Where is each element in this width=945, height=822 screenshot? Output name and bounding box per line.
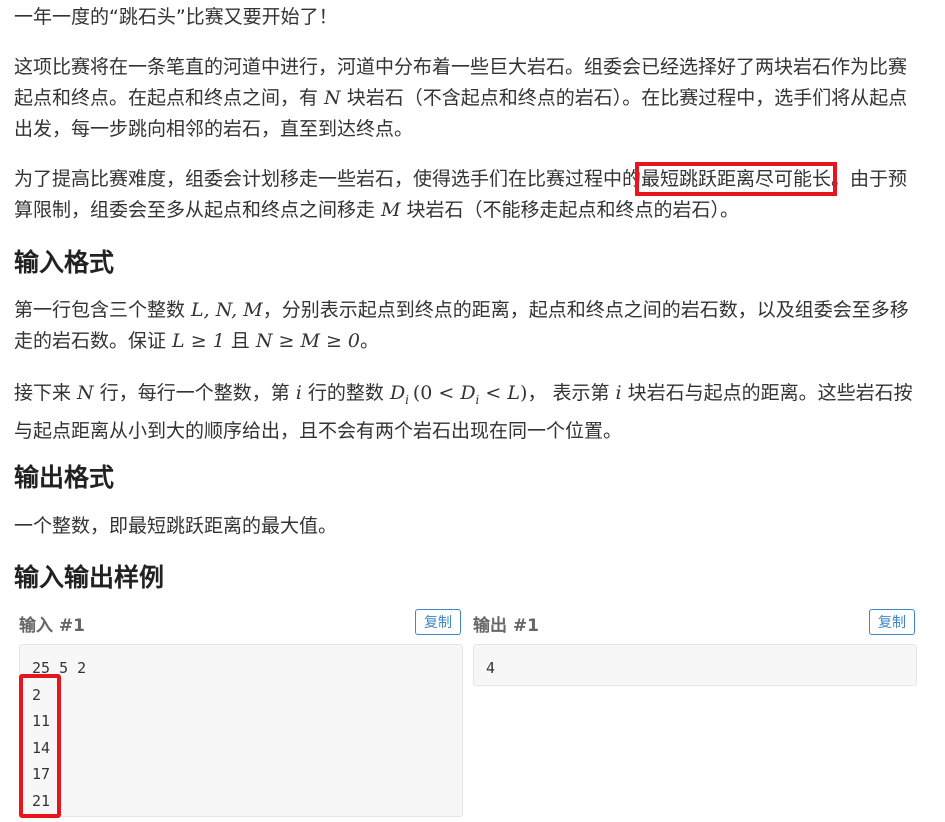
in1-text-a: 第一行包含三个整数	[14, 299, 192, 321]
code-line: 17	[32, 765, 51, 783]
highlight-box-input-values	[19, 674, 61, 818]
vars-lnm: L, N, M	[191, 299, 263, 321]
range-open: (0 <	[412, 382, 461, 404]
var-d-2: D	[460, 382, 476, 404]
sample-input-code[interactable]: 25 5 2 2 11 14 17 21	[19, 644, 463, 817]
var-n: N	[324, 87, 341, 109]
output-paragraph: 一个整数，即最短跳跃距离的最大值。	[14, 511, 924, 542]
copy-output-button[interactable]: 复制	[869, 609, 915, 635]
range-mid: <	[479, 382, 508, 404]
code-line: 21	[32, 791, 51, 810]
description-paragraph-1: 这项比赛将在一条笔直的河道中进行，河道中分布着一些巨大岩石。组委会已经选择好了两…	[14, 52, 924, 145]
description-paragraph-2: 为了提高比赛难度，组委会计划移走一些岩石，使得选手们在比赛过程中的最短跳跃距离尽…	[14, 162, 924, 226]
copy-input-button[interactable]: 复制	[415, 609, 461, 635]
heading-output-format: 输出格式	[14, 463, 115, 492]
cond-l: L ≥ 1	[172, 330, 225, 352]
code-line: 11	[32, 712, 51, 730]
var-d: D	[389, 382, 406, 404]
in2-text-b: 行，每行一个整数，第	[93, 382, 296, 404]
heading-samples: 输入输出样例	[14, 563, 165, 592]
code-line: 2	[32, 685, 42, 704]
in1-text-d: 。	[360, 330, 380, 352]
in1-text-c: 且	[224, 330, 256, 352]
in2-text-c: 行的整数	[301, 382, 390, 404]
sample-input-label: 输入 #1	[19, 616, 85, 636]
in2-text-a: 接下来	[14, 382, 78, 404]
input-paragraph-1: 第一行包含三个整数 L, N, M，分别表示起点到终点的距离，起点和终点之间的岩…	[14, 295, 924, 357]
desc2-text-a: 为了提高比赛难度，组委会计划移走一些岩石，使得选手们在比赛过程中的	[14, 168, 642, 190]
cond-nm: N ≥ M ≥ 0	[255, 330, 361, 352]
sample-output-label: 输出 #1	[473, 616, 539, 636]
var-l: L	[507, 382, 521, 404]
var-d-subscript: i	[405, 392, 410, 407]
code-line: 14	[32, 738, 51, 757]
heading-input-format: 输入格式	[14, 248, 115, 277]
var-m: M	[381, 199, 401, 221]
code-line: 4	[486, 659, 496, 677]
output-text: 一个整数，即最短跳跃距离的最大值。	[14, 515, 338, 537]
sample-output-code[interactable]: 4	[473, 644, 917, 686]
intro-paragraph: 一年一度的“跳石头”比赛又要开始了！	[14, 2, 924, 33]
highlighted-phrase: 最短跳跃距离尽可能长	[635, 162, 838, 196]
var-n-2: N	[77, 382, 94, 404]
intro-text: 一年一度的“跳石头”比赛又要开始了！	[14, 6, 338, 28]
desc2-text-c: 块岩石（不能移走起点和终点的岩石）。	[400, 199, 740, 221]
in2-text-d: ， 表示第	[527, 382, 616, 404]
code-line: 25 5 2	[32, 659, 87, 677]
input-paragraph-2: 接下来 N 行，每行一个整数，第 i 行的整数 Di (0 < Di < L)，…	[14, 378, 924, 447]
